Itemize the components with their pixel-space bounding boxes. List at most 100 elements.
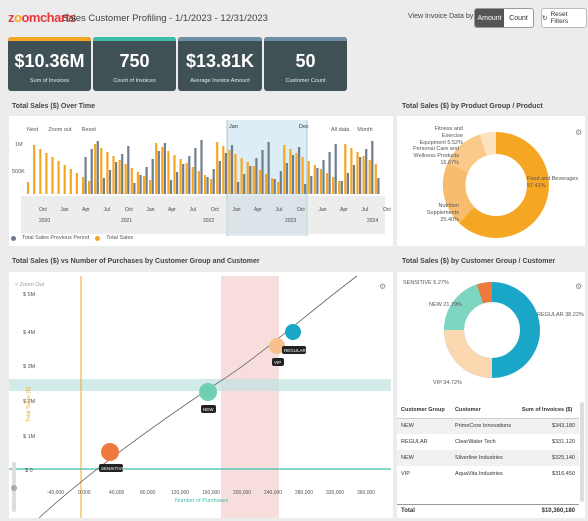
bar-previous[interactable]	[298, 147, 301, 194]
bar-current[interactable]	[112, 156, 115, 194]
bar-previous[interactable]	[304, 184, 307, 194]
bar-current[interactable]	[197, 171, 200, 194]
bar-previous[interactable]	[121, 154, 124, 194]
bar-previous[interactable]	[139, 175, 142, 194]
slice-new[interactable]	[444, 284, 484, 331]
bar-current[interactable]	[124, 164, 127, 194]
bar-current[interactable]	[142, 176, 146, 194]
bar-current[interactable]	[136, 172, 139, 194]
bar-current[interactable]	[94, 144, 97, 194]
bar-current[interactable]	[106, 152, 109, 194]
bar-current[interactable]	[319, 169, 322, 194]
bubble-new[interactable]	[199, 383, 217, 401]
col-sum-invoices[interactable]: Sum of Invoices ($)	[517, 402, 579, 419]
bar-previous[interactable]	[163, 143, 166, 194]
bar-current[interactable]	[69, 169, 72, 194]
bar-previous[interactable]	[206, 177, 209, 194]
bar-previous[interactable]	[96, 141, 99, 194]
col-customer-group[interactable]: Customer Group	[397, 402, 452, 419]
bar-current[interactable]	[88, 181, 91, 194]
bar-previous[interactable]	[371, 141, 374, 194]
bar-previous[interactable]	[285, 163, 288, 194]
bar-current[interactable]	[362, 156, 365, 194]
bar-previous[interactable]	[267, 142, 270, 194]
bar-current[interactable]	[185, 163, 188, 194]
bar-previous[interactable]	[237, 182, 240, 194]
navigator-area[interactable]	[21, 196, 385, 234]
bar-current[interactable]	[222, 146, 225, 194]
bar-current[interactable]	[228, 150, 231, 194]
toggle-count[interactable]: Count	[504, 9, 533, 27]
bar-current[interactable]	[246, 162, 249, 194]
bar-current[interactable]	[149, 180, 152, 194]
bar-current[interactable]	[264, 174, 268, 194]
bar-previous[interactable]	[145, 167, 148, 194]
bar-current[interactable]	[368, 160, 371, 194]
bar-current[interactable]	[155, 143, 158, 194]
bar-current[interactable]	[118, 160, 121, 194]
bar-previous[interactable]	[188, 156, 191, 194]
bubble-sensitive[interactable]	[101, 443, 119, 461]
bar-current[interactable]	[167, 151, 170, 194]
bar-current[interactable]	[179, 159, 182, 194]
bar-previous[interactable]	[255, 158, 258, 194]
bar-current[interactable]	[51, 157, 54, 194]
bar-previous[interactable]	[84, 157, 87, 194]
bar-current[interactable]	[277, 182, 280, 194]
bar-previous[interactable]	[365, 149, 368, 194]
bar-previous[interactable]	[291, 155, 295, 194]
table-row[interactable]: NEW PrimeCore Innovations $343,180	[397, 418, 579, 434]
bar-current[interactable]	[203, 175, 207, 194]
bar-previous[interactable]	[176, 172, 179, 194]
bar-current[interactable]	[210, 179, 213, 194]
bar-current[interactable]	[374, 164, 377, 194]
bar-previous[interactable]	[151, 159, 154, 194]
bar-current[interactable]	[27, 182, 30, 194]
bar-current[interactable]	[173, 155, 176, 194]
bar-previous[interactable]	[127, 146, 130, 194]
bar-current[interactable]	[313, 165, 316, 194]
bar-previous[interactable]	[230, 145, 234, 194]
bar-previous[interactable]	[182, 164, 185, 194]
bar-current[interactable]	[344, 144, 347, 194]
bubble-regular[interactable]	[285, 324, 301, 340]
bar-previous[interactable]	[108, 170, 112, 194]
bar-previous[interactable]	[359, 157, 362, 194]
zoom-slider-handle[interactable]	[11, 485, 17, 491]
bar-previous[interactable]	[218, 161, 221, 194]
bar-previous[interactable]	[316, 168, 319, 194]
bar-previous[interactable]	[102, 178, 105, 194]
bar-previous[interactable]	[261, 150, 264, 194]
bar-current[interactable]	[216, 142, 219, 194]
bar-current[interactable]	[338, 181, 341, 194]
bar-current[interactable]	[240, 158, 243, 194]
table-row[interactable]: NEW Silverline Industries $325,140	[397, 450, 579, 466]
bar-previous[interactable]	[243, 174, 246, 194]
bar-previous[interactable]	[377, 178, 380, 194]
toggle-amount[interactable]: Amount	[475, 9, 504, 27]
bar-current[interactable]	[45, 153, 48, 194]
bar-previous[interactable]	[328, 152, 331, 194]
bar-current[interactable]	[57, 161, 60, 194]
bar-previous[interactable]	[133, 183, 136, 194]
bar-previous[interactable]	[334, 144, 337, 194]
bar-previous[interactable]	[90, 149, 93, 194]
bar-current[interactable]	[252, 166, 255, 194]
bar-previous[interactable]	[194, 148, 197, 194]
bar-current[interactable]	[33, 145, 36, 194]
bar-previous[interactable]	[169, 180, 173, 194]
bar-current[interactable]	[191, 167, 194, 194]
bar-previous[interactable]	[249, 166, 252, 194]
bar-previous[interactable]	[352, 165, 356, 194]
bar-current[interactable]	[75, 173, 78, 194]
bar-current[interactable]	[63, 165, 66, 194]
legend-label[interactable]: Total Sales Previous Period	[22, 235, 89, 241]
bar-previous[interactable]	[346, 173, 349, 194]
bar-current[interactable]	[295, 153, 298, 194]
bar-previous[interactable]	[340, 181, 343, 194]
bar-current[interactable]	[325, 173, 329, 194]
bar-current[interactable]	[332, 177, 335, 194]
table-row[interactable]: REGULAR ClearWater Tech $331,120	[397, 434, 579, 450]
slice-vip[interactable]	[444, 329, 493, 378]
bar-previous[interactable]	[200, 140, 203, 194]
